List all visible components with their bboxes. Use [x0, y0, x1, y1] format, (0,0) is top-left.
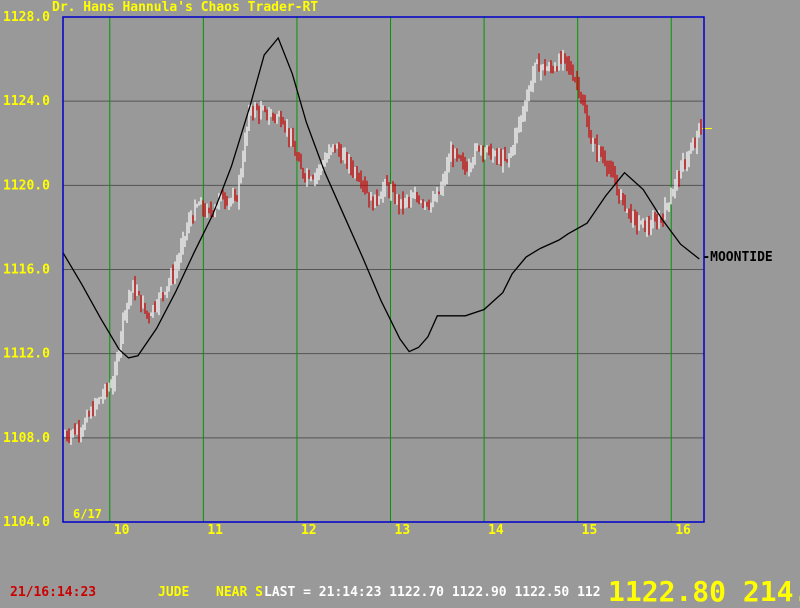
status-time: 21/16:14:23: [10, 585, 97, 600]
chart: 1104.0 1108.0 1112.0 1116.0 1120.0 1124.0 1128…: [3, 10, 773, 538]
x-tick-label: 14: [488, 523, 504, 538]
x-tick-label: 15: [582, 523, 598, 538]
y-tick-label: 1112.0: [3, 347, 50, 362]
y-tick-label: 1124.0: [3, 94, 50, 109]
y-tick-label: 1116.0: [3, 263, 50, 278]
x-tick-label: 11: [207, 523, 223, 538]
x-tick-label: 12: [301, 523, 317, 538]
status-bar: 21/16:14:23 JUDE NEAR S LAST = 21:14:23 …: [0, 575, 800, 608]
x-tick-label: 16: [675, 523, 691, 538]
y-tick-label: 1128.0: [3, 10, 50, 25]
x-tick-label: 10: [114, 523, 130, 538]
status-near: NEAR S: [216, 585, 263, 600]
moontide-annotation: -MOONTIDE: [702, 250, 772, 265]
series-lines-layer: [62, 36, 712, 359]
y-tick-label: 1108.0: [3, 431, 50, 446]
grid-layer: [63, 100, 704, 439]
y-tick-label: 1104.0: [3, 515, 50, 530]
status-quote: LAST = 21:14:23 1122.70 1122.90 1122.50 …: [264, 585, 601, 600]
x-tick-label: 13: [395, 523, 411, 538]
start-date-label: 6/17: [73, 507, 102, 521]
status-symbol: JUDE: [158, 585, 190, 600]
status-big-price: 1122.80 214.0: [608, 575, 800, 608]
price-bars-layer: [64, 49, 702, 445]
labels-layer: 1104.0 1108.0 1112.0 1116.0 1120.0 1124.0 1128…: [3, 10, 773, 538]
y-tick-label: 1120.0: [3, 178, 50, 193]
